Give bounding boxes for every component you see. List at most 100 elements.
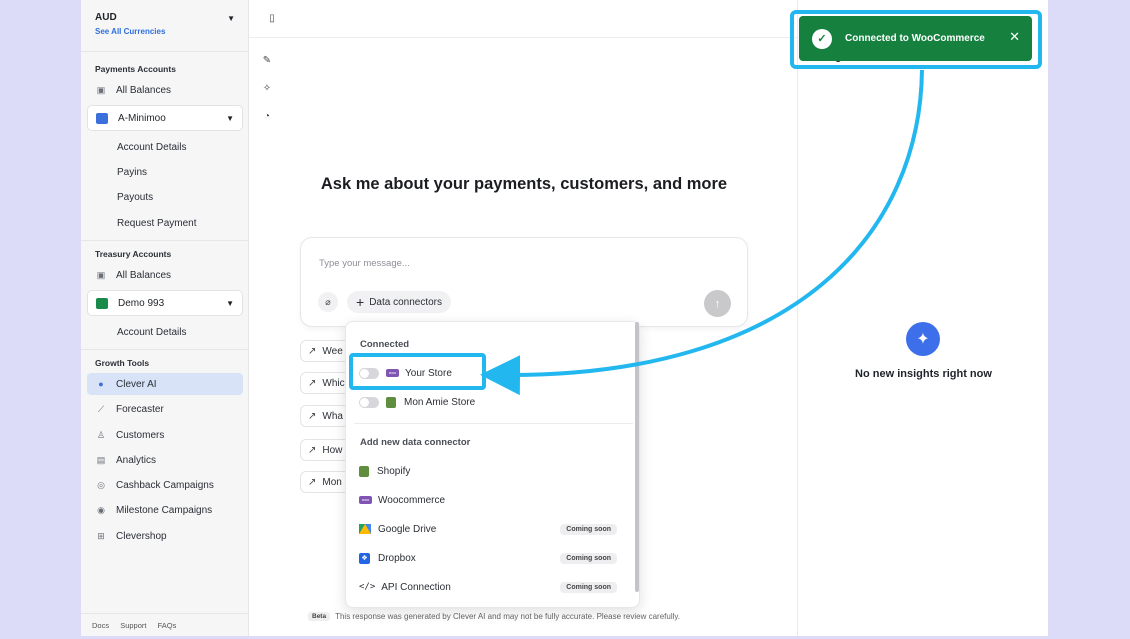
- faqs-link[interactable]: FAQs: [158, 621, 177, 630]
- analytics-icon: ▤: [96, 454, 106, 465]
- add-api-connection[interactable]: </> API Connection Coming soon: [359, 576, 627, 598]
- docs-link[interactable]: Docs: [92, 621, 109, 630]
- trend-icon: ↗: [308, 377, 317, 389]
- growth-section-title: Growth Tools: [95, 358, 150, 368]
- add-woocommerce[interactable]: woo Woocommerce: [359, 489, 627, 511]
- nav-cashback-campaigns[interactable]: ◎ Cashback Campaigns: [87, 474, 243, 496]
- coming-soon-badge: Coming soon: [560, 523, 617, 535]
- payments-section-title: Payments Accounts: [95, 64, 176, 74]
- footer-links: Docs Support FAQs: [92, 621, 185, 630]
- highlight-box: [349, 353, 486, 390]
- chevron-down-icon: ▼: [226, 114, 234, 123]
- treasury-all-balances[interactable]: ▣ All Balances: [87, 264, 243, 286]
- trend-icon: ↗: [308, 444, 317, 456]
- user-icon: ♙: [96, 429, 106, 440]
- payments-all-balances[interactable]: ▣ All Balances: [87, 79, 243, 101]
- history-icon[interactable]: ◔: [258, 107, 276, 125]
- plus-icon: +: [356, 294, 365, 310]
- trend-icon: ↗: [308, 476, 317, 488]
- nav-clever-ai[interactable]: ● Clever AI: [87, 373, 243, 395]
- nav-label: Milestone Campaigns: [116, 504, 213, 516]
- code-icon: </>: [359, 582, 376, 592]
- beta-badge: Beta: [308, 612, 331, 621]
- send-button[interactable]: ↑: [704, 290, 731, 317]
- nav-milestone-campaigns[interactable]: ◉ Milestone Campaigns: [87, 499, 243, 521]
- chip-label: Mon: [322, 476, 342, 488]
- connected-header: Connected: [360, 339, 410, 350]
- google-drive-icon: [359, 524, 371, 534]
- support-link[interactable]: Support: [120, 621, 146, 630]
- nav-label: Clevershop: [116, 530, 167, 542]
- coming-soon-badge: Coming soon: [560, 552, 617, 564]
- nav-label: Customers: [116, 429, 165, 441]
- chevron-down-icon: ▼: [226, 299, 234, 308]
- toggle-switch[interactable]: [359, 396, 379, 408]
- chip-label: Wee: [322, 345, 343, 357]
- add-shopify[interactable]: Shopify: [359, 460, 627, 482]
- nav-label: All Balances: [116, 84, 172, 96]
- page-title: Ask me about your payments, customers, a…: [320, 175, 728, 193]
- scrollbar[interactable]: [635, 322, 639, 592]
- sparkle-icon: ✦: [906, 322, 940, 356]
- nav-analytics[interactable]: ▤ Analytics: [87, 449, 243, 471]
- nav-payins[interactable]: Payins: [87, 161, 243, 183]
- treasury-section-title: Treasury Accounts: [95, 249, 172, 259]
- treasury-account-selector[interactable]: Demo 993 ▼: [87, 290, 243, 316]
- nav-forecaster[interactable]: ⟋ Forecaster: [87, 398, 243, 420]
- chat-input-box[interactable]: Type your message... ⌀ + Data connectors…: [300, 237, 748, 327]
- wallet-icon: ▣: [96, 84, 106, 95]
- nav-clevershop[interactable]: ⊞ Clevershop: [87, 525, 243, 547]
- nav-treasury-account-details[interactable]: Account Details: [87, 321, 243, 343]
- nav-label: Forecaster: [116, 403, 164, 415]
- trend-icon: ↗: [308, 345, 317, 357]
- connector-label: Woocommerce: [378, 494, 446, 506]
- coin-icon: ◎: [97, 479, 105, 490]
- chart-icon: ⟋: [97, 403, 105, 414]
- chevron-down-icon: ▼: [227, 14, 235, 23]
- data-connectors-button[interactable]: + Data connectors: [347, 291, 452, 313]
- app-window: AUD ▼ See All Currencies Payments Accoun…: [81, 0, 1048, 636]
- chip-label: How: [322, 444, 343, 456]
- button-label: Data connectors: [369, 296, 443, 308]
- connector-label: Shopify: [377, 465, 411, 477]
- divider: [249, 37, 797, 38]
- currency-selector[interactable]: AUD ▼ See All Currencies: [95, 12, 235, 36]
- shop-icon: ⊞: [97, 530, 105, 541]
- connector-label: Google Drive: [378, 523, 437, 535]
- chip-label: Whic: [322, 377, 345, 389]
- nav-request-payment[interactable]: Request Payment: [87, 212, 243, 234]
- nav-label: Analytics: [116, 454, 157, 466]
- account-name: A-Minimoo: [118, 112, 166, 124]
- bank-icon: [96, 112, 108, 124]
- dropbox-icon: ❖: [359, 552, 370, 564]
- new-chat-icon[interactable]: ✎: [258, 51, 276, 69]
- disclaimer-text: This response was generated by Clever AI…: [335, 612, 681, 621]
- connector-mon-amie-store[interactable]: Mon Amie Store: [359, 391, 627, 413]
- nav-customers[interactable]: ♙ Customers: [87, 424, 243, 446]
- nav-payouts[interactable]: Payouts: [87, 186, 243, 208]
- divider: [354, 423, 633, 424]
- attach-icon[interactable]: ⌀: [318, 292, 338, 312]
- coming-soon-badge: Coming soon: [560, 581, 617, 593]
- add-dropbox[interactable]: ❖ Dropbox Coming soon: [359, 547, 627, 569]
- add-connector-header: Add new data connector: [360, 437, 471, 448]
- sidebar-toggle-icon[interactable]: ▯: [263, 9, 281, 27]
- connector-label: API Connection: [381, 581, 451, 593]
- nav-label: All Balances: [116, 269, 172, 281]
- connector-label: Dropbox: [378, 552, 416, 564]
- divider: [81, 240, 249, 241]
- sidebar: AUD ▼ See All Currencies Payments Accoun…: [81, 0, 249, 636]
- payments-account-selector[interactable]: A-Minimoo ▼: [87, 105, 243, 131]
- message-input[interactable]: Type your message...: [319, 258, 410, 269]
- disclaimer: Beta This response was generated by Clev…: [308, 612, 680, 621]
- divider: [81, 613, 249, 614]
- add-google-drive[interactable]: Google Drive Coming soon: [359, 518, 627, 540]
- trend-icon: ↗: [308, 410, 317, 422]
- shopify-icon: [359, 465, 369, 477]
- sparkle-icon[interactable]: ✧: [258, 79, 276, 97]
- nav-account-details[interactable]: Account Details: [87, 136, 243, 158]
- nav-label: Clever AI: [116, 378, 157, 390]
- divider: [81, 349, 249, 350]
- sparkle-icon: ●: [98, 379, 104, 389]
- see-all-currencies-link[interactable]: See All Currencies: [95, 27, 235, 36]
